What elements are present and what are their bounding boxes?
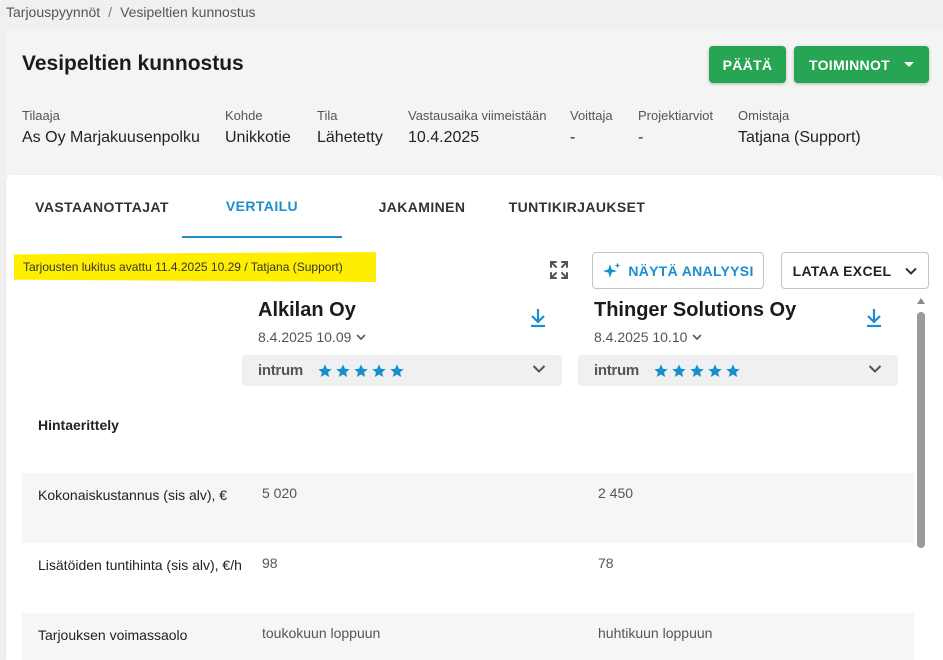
supplier-name[interactable]: Alkilan Oy xyxy=(258,299,356,322)
show-analysis-label: NÄYTÄ ANALYYSI xyxy=(628,262,754,279)
meta-label: Kohde xyxy=(225,108,263,123)
star-icon xyxy=(654,363,668,377)
star-icon xyxy=(318,363,332,377)
chevron-down-icon xyxy=(868,365,882,373)
star-icon xyxy=(390,363,404,377)
lock-status-note: Tarjousten lukitus avattu 11.4.2025 10.2… xyxy=(14,252,376,282)
tab-vertailu[interactable]: VERTAILU xyxy=(182,175,342,238)
star-icon xyxy=(336,363,350,377)
section-title-hintaerittely: Hintaerittely xyxy=(38,417,119,433)
paata-button-label: PÄÄTÄ xyxy=(722,56,773,73)
supplier-date-dropdown[interactable]: 8.4.2025 10.09 xyxy=(258,329,366,345)
scroll-up-arrow[interactable] xyxy=(917,298,925,304)
meta-label: Omistaja xyxy=(738,108,790,123)
supplier-name[interactable]: Thinger Solutions Oy xyxy=(594,299,796,322)
meta-value: Tatjana (Support) xyxy=(738,129,861,146)
meta-tila: Tila Lähetetty xyxy=(317,108,383,147)
lock-status-text: Tarjousten lukitus avattu 11.4.2025 10.2… xyxy=(23,260,343,274)
toiminnot-dropdown-button[interactable]: TOIMINNOT xyxy=(794,46,929,83)
sparkle-icon xyxy=(603,262,621,278)
meta-value: As Oy Marjakuusenpolku xyxy=(22,129,200,146)
breadcrumb-parent-link[interactable]: Tarjouspyynnöt xyxy=(6,4,100,20)
supplier-date-dropdown[interactable]: 8.4.2025 10.10 xyxy=(594,329,702,345)
supplier-date: 8.4.2025 10.10 xyxy=(594,329,688,345)
table-row: Lisätöiden tuntihinta (sis alv), €/h 98 … xyxy=(22,543,914,613)
tab-jakaminen[interactable]: JAKAMINEN xyxy=(342,175,502,238)
row-label: Tarjouksen voimassaolo xyxy=(38,627,188,643)
meta-voittaja: Voittaja - xyxy=(570,108,613,147)
row-value-supplier-2: 2 450 xyxy=(598,485,634,501)
download-icon[interactable] xyxy=(864,307,884,329)
intrum-logo: intrum xyxy=(258,362,303,379)
table-row: Tarjouksen voimassaolo toukokuun loppuun… xyxy=(22,613,914,660)
star-icon xyxy=(708,363,722,377)
supplier-date: 8.4.2025 10.09 xyxy=(258,329,352,345)
download-excel-label: LATAA EXCEL xyxy=(792,262,892,279)
tab-bar: VASTAANOTTAJAT VERTAILU JAKAMINEN TUNTIK… xyxy=(22,175,652,238)
breadcrumb: Tarjouspyynnöt / Vesipeltien kunnostus xyxy=(6,4,256,20)
intrum-logo: intrum xyxy=(594,362,639,379)
scrollbar-thumb[interactable] xyxy=(917,312,925,548)
chevron-down-icon xyxy=(356,333,366,340)
chevron-down-icon xyxy=(532,365,546,373)
credit-rating-bar[interactable]: intrum xyxy=(578,355,898,386)
meta-label: Tilaaja xyxy=(22,108,60,123)
header-card: Vesipeltien kunnostus PÄÄTÄ TOIMINNOT Ti… xyxy=(6,30,943,180)
meta-value: Lähetetty xyxy=(317,129,383,146)
rating-stars xyxy=(653,363,741,379)
star-icon xyxy=(690,363,704,377)
rating-stars xyxy=(317,363,405,379)
paata-button[interactable]: PÄÄTÄ xyxy=(709,46,786,83)
meta-tilaaja: Tilaaja As Oy Marjakuusenpolku xyxy=(22,108,200,147)
row-label: Kokonaiskustannus (sis alv), € xyxy=(38,487,228,503)
meta-value: - xyxy=(638,129,644,146)
table-row: Kokonaiskustannus (sis alv), € 5 020 2 4… xyxy=(22,473,914,543)
row-value-supplier-2: huhtikuun loppuun xyxy=(598,625,713,641)
caret-down-icon xyxy=(904,62,914,67)
show-analysis-button[interactable]: NÄYTÄ ANALYYSI xyxy=(592,252,764,289)
meta-kohde: Kohde Unikkotie xyxy=(225,108,291,147)
row-value-supplier-1: toukokuun loppuun xyxy=(262,625,381,641)
star-icon xyxy=(372,363,386,377)
toiminnot-button-label: TOIMINNOT xyxy=(809,56,890,73)
star-icon xyxy=(354,363,368,377)
tab-tuntikirjaukset[interactable]: TUNTIKIRJAUKSET xyxy=(502,175,652,238)
meta-omistaja: Omistaja Tatjana (Support) xyxy=(738,108,861,147)
breadcrumb-separator: / xyxy=(108,4,113,20)
meta-label: Voittaja xyxy=(570,108,613,123)
star-icon xyxy=(726,363,740,377)
comparison-card: VASTAANOTTAJAT VERTAILU JAKAMINEN TUNTIK… xyxy=(6,175,943,660)
meta-value: Unikkotie xyxy=(225,129,291,146)
download-icon[interactable] xyxy=(528,307,548,329)
meta-label: Vastausaika viimeistään xyxy=(408,108,547,123)
row-value-supplier-1: 98 xyxy=(262,555,278,571)
chevron-down-icon xyxy=(692,333,702,340)
star-icon xyxy=(672,363,686,377)
breadcrumb-current: Vesipeltien kunnostus xyxy=(120,4,256,20)
meta-value: - xyxy=(570,129,576,146)
download-excel-button[interactable]: LATAA EXCEL xyxy=(781,252,929,289)
fullscreen-icon[interactable] xyxy=(548,259,570,281)
page-title: Vesipeltien kunnostus xyxy=(22,52,244,75)
row-value-supplier-1: 5 020 xyxy=(262,485,298,501)
chevron-down-icon xyxy=(905,267,918,275)
meta-projektiarviot: Projektiarviot - xyxy=(638,108,713,147)
meta-label: Tila xyxy=(317,108,338,123)
meta-vastausaika: Vastausaika viimeistään 10.4.2025 xyxy=(408,108,547,147)
row-label: Lisätöiden tuntihinta (sis alv), €/h xyxy=(38,557,242,573)
row-value-supplier-2: 78 xyxy=(598,555,614,571)
meta-value: 10.4.2025 xyxy=(408,129,480,146)
credit-rating-bar[interactable]: intrum xyxy=(242,355,562,386)
meta-label: Projektiarviot xyxy=(638,108,714,123)
tab-vastaanottajat[interactable]: VASTAANOTTAJAT xyxy=(22,175,182,238)
